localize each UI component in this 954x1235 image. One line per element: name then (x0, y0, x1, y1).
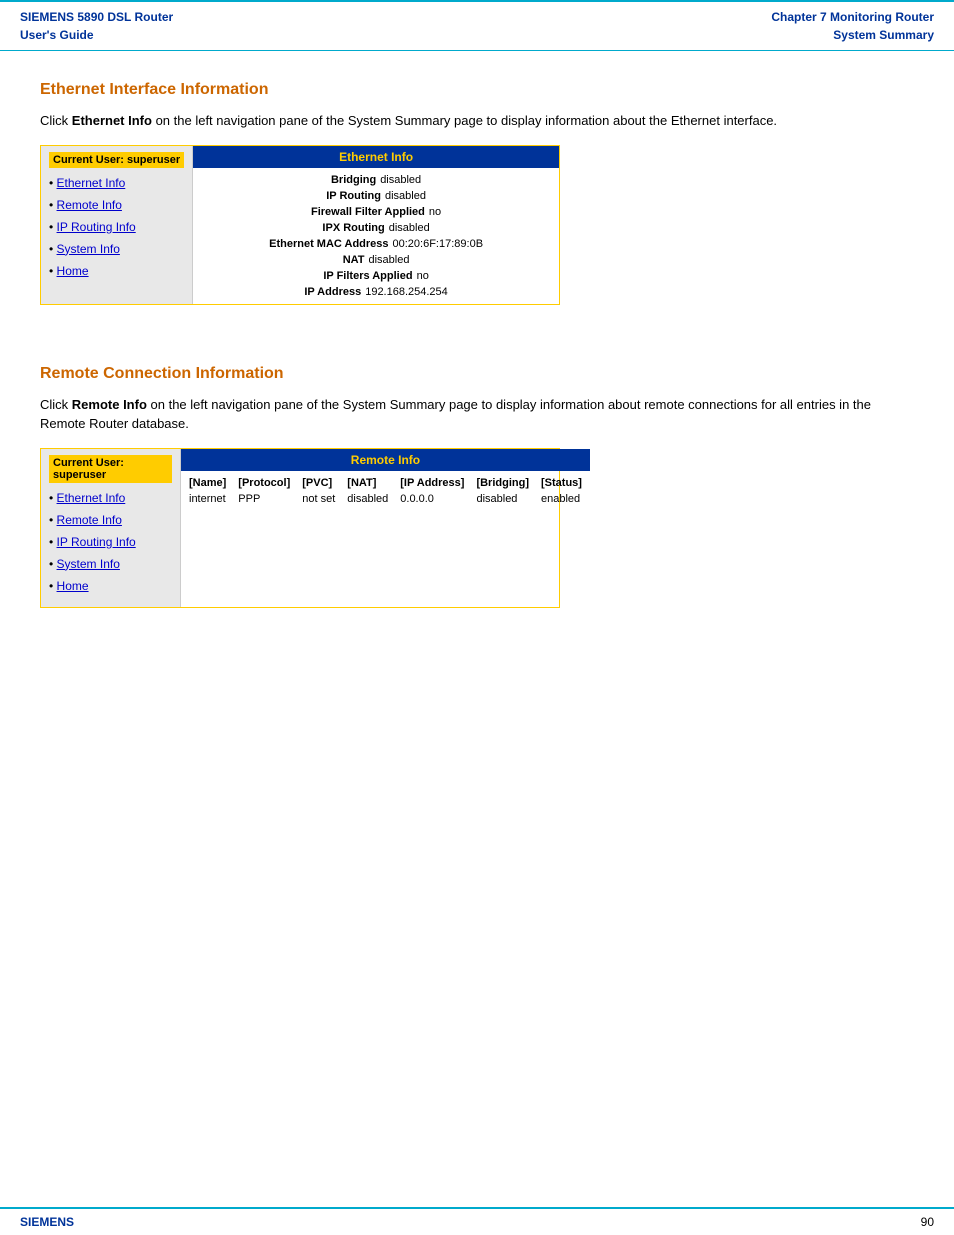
header-left: SIEMENS 5890 DSL Router User's Guide (20, 8, 173, 44)
label-ipx-routing: IPX Routing (322, 222, 384, 234)
nav-link-home[interactable]: Home (57, 264, 89, 278)
ethernet-row-ipx-routing: IPX Routing disabled (201, 220, 551, 236)
label-nat: NAT (343, 254, 365, 266)
ethernet-desc-suffix: on the left navigation pane of the Syste… (152, 113, 777, 128)
value-firewall: no (429, 206, 441, 218)
cell-pvc: not set (296, 491, 341, 507)
ethernet-section-title: Ethernet Interface Information (40, 81, 914, 99)
remote-current-user: Current User: superuser (49, 455, 172, 483)
remote-desc-suffix: on the left navigation pane of the Syste… (40, 397, 871, 432)
ethernet-info-table: Bridging disabled IP Routing disabled Fi… (193, 168, 559, 304)
col-ip-address: [IP Address] (394, 475, 470, 491)
header-product: SIEMENS 5890 DSL Router (20, 8, 173, 26)
ethernet-section-desc: Click Ethernet Info on the left navigati… (40, 111, 914, 131)
nav-link-ethernet-info[interactable]: Ethernet Info (57, 176, 126, 190)
label-ip-routing: IP Routing (326, 190, 381, 202)
remote-info-table: [Name] [Protocol] [PVC] [NAT] [IP Addres… (183, 475, 588, 507)
value-nat: disabled (368, 254, 409, 266)
label-ip-address: IP Address (304, 286, 361, 298)
value-ipx-routing: disabled (389, 222, 430, 234)
col-bridging: [Bridging] (470, 475, 535, 491)
ethernet-ui-container: Current User: superuser Ethernet Info Re… (40, 145, 560, 305)
header-section: System Summary (771, 26, 934, 44)
label-bridging: Bridging (331, 174, 376, 186)
label-mac: Ethernet MAC Address (269, 238, 388, 250)
remote-table-row: internet PPP not set disabled 0.0.0.0 di… (183, 491, 588, 507)
remote-desc-bold: Remote Info (72, 397, 147, 412)
remote-nav-link-ip-routing-info[interactable]: IP Routing Info (57, 535, 136, 549)
remote-nav-link-home[interactable]: Home (57, 579, 89, 593)
nav-item-system-info[interactable]: System Info (49, 242, 184, 256)
header-guide: User's Guide (20, 26, 173, 44)
label-ip-filters: IP Filters Applied (323, 270, 412, 282)
cell-status: enabled (535, 491, 588, 507)
cell-nat: disabled (341, 491, 394, 507)
remote-nav-list: Ethernet Info Remote Info IP Routing Inf… (49, 491, 172, 593)
nav-item-ethernet-info[interactable]: Ethernet Info (49, 176, 184, 190)
col-name: [Name] (183, 475, 232, 491)
remote-nav-item-ip-routing-info[interactable]: IP Routing Info (49, 535, 172, 549)
value-mac: 00:20:6F:17:89:0B (393, 238, 484, 250)
page-footer: SIEMENS 90 (0, 1207, 954, 1235)
ethernet-row-mac: Ethernet MAC Address 00:20:6F:17:89:0B (201, 236, 551, 252)
header-right: Chapter 7 Monitoring Router System Summa… (771, 8, 934, 44)
cell-bridging: disabled (470, 491, 535, 507)
value-ip-routing: disabled (385, 190, 426, 202)
ethernet-row-ip-filters: IP Filters Applied no (201, 268, 551, 284)
ethernet-desc-prefix: Click (40, 113, 72, 128)
ethernet-desc-bold: Ethernet Info (72, 113, 152, 128)
page-header: SIEMENS 5890 DSL Router User's Guide Cha… (0, 0, 954, 51)
remote-nav-link-ethernet-info[interactable]: Ethernet Info (57, 491, 126, 505)
value-ip-filters: no (417, 270, 429, 282)
remote-ui-container: Current User: superuser Ethernet Info Re… (40, 448, 560, 608)
nav-link-ip-routing-info[interactable]: IP Routing Info (57, 220, 136, 234)
remote-nav-item-ethernet-info[interactable]: Ethernet Info (49, 491, 172, 505)
cell-protocol: PPP (232, 491, 296, 507)
col-status: [Status] (535, 475, 588, 491)
nav-item-ip-routing-info[interactable]: IP Routing Info (49, 220, 184, 234)
remote-nav-item-remote-info[interactable]: Remote Info (49, 513, 172, 527)
nav-item-home[interactable]: Home (49, 264, 184, 278)
remote-nav-link-system-info[interactable]: System Info (57, 557, 120, 571)
remote-info-panel: Remote Info [Name] [Protocol] [PVC] [NAT… (181, 449, 590, 607)
cell-name: internet (183, 491, 232, 507)
remote-nav-item-home[interactable]: Home (49, 579, 172, 593)
remote-panel-title: Remote Info (181, 449, 590, 471)
ethernet-nav-pane: Current User: superuser Ethernet Info Re… (41, 146, 193, 304)
nav-link-remote-info[interactable]: Remote Info (57, 198, 122, 212)
remote-desc-prefix: Click (40, 397, 72, 412)
col-pvc: [PVC] (296, 475, 341, 491)
col-protocol: [Protocol] (232, 475, 296, 491)
main-content: Ethernet Interface Information Click Eth… (0, 71, 954, 648)
value-ip-address: 192.168.254.254 (365, 286, 448, 298)
nav-link-system-info[interactable]: System Info (57, 242, 120, 256)
ethernet-row-bridging: Bridging disabled (201, 172, 551, 188)
remote-section: Remote Connection Information Click Remo… (40, 365, 914, 608)
ethernet-panel-title: Ethernet Info (193, 146, 559, 168)
header-chapter: Chapter 7 Monitoring Router (771, 8, 934, 26)
remote-nav-pane: Current User: superuser Ethernet Info Re… (41, 449, 181, 607)
nav-item-remote-info[interactable]: Remote Info (49, 198, 184, 212)
ethernet-row-firewall: Firewall Filter Applied no (201, 204, 551, 220)
remote-table-header-row: [Name] [Protocol] [PVC] [NAT] [IP Addres… (183, 475, 588, 491)
remote-nav-item-system-info[interactable]: System Info (49, 557, 172, 571)
ethernet-info-panel: Ethernet Info Bridging disabled IP Routi… (193, 146, 559, 304)
remote-section-title: Remote Connection Information (40, 365, 914, 383)
label-firewall: Firewall Filter Applied (311, 206, 425, 218)
ethernet-row-ip-routing: IP Routing disabled (201, 188, 551, 204)
col-nat: [NAT] (341, 475, 394, 491)
footer-brand: SIEMENS (20, 1215, 74, 1229)
ethernet-current-user: Current User: superuser (49, 152, 184, 168)
ethernet-row-nat: NAT disabled (201, 252, 551, 268)
remote-section-desc: Click Remote Info on the left navigation… (40, 395, 914, 434)
cell-ip-address: 0.0.0.0 (394, 491, 470, 507)
remote-table-container: [Name] [Protocol] [PVC] [NAT] [IP Addres… (181, 471, 590, 511)
ethernet-section: Ethernet Interface Information Click Eth… (40, 81, 914, 305)
remote-nav-link-remote-info[interactable]: Remote Info (57, 513, 122, 527)
ethernet-row-ip-address: IP Address 192.168.254.254 (201, 284, 551, 300)
ethernet-nav-list: Ethernet Info Remote Info IP Routing Inf… (49, 176, 184, 278)
value-bridging: disabled (380, 174, 421, 186)
footer-page-number: 90 (921, 1215, 934, 1229)
